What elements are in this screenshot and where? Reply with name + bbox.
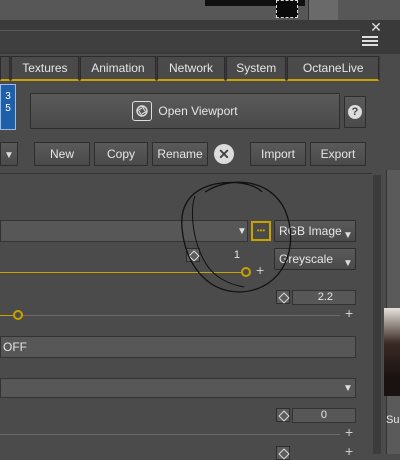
- rgb-image-dropdown[interactable]: RGB Image ▼: [274, 220, 356, 242]
- chevron-down-icon: ▼: [343, 383, 353, 394]
- gamma-value: 2.2: [317, 291, 333, 303]
- keyframe-diamond-icon[interactable]: [276, 408, 290, 422]
- power-slider-knob[interactable]: [241, 267, 251, 277]
- image-map-dropdown[interactable]: ▼: [0, 220, 248, 242]
- material-preview-tile[interactable]: 3 5: [0, 84, 16, 130]
- rgb-image-label: RGB Image: [279, 224, 342, 238]
- tab-partial[interactable]: [0, 56, 10, 81]
- plus-icon[interactable]: +: [345, 444, 353, 458]
- gamma-slider-fill: [0, 315, 14, 316]
- gamma-slider-knob[interactable]: [13, 310, 23, 320]
- plus-icon[interactable]: +: [345, 306, 353, 320]
- tab-animation[interactable]: Animation: [79, 56, 156, 81]
- window-subbar: [0, 30, 360, 52]
- close-icon[interactable]: ✕: [368, 20, 384, 34]
- power-value: 1: [233, 249, 240, 261]
- gamma-slider-track[interactable]: [22, 315, 340, 316]
- top-right-panel: [308, 0, 338, 22]
- gamma-value-field[interactable]: 2.2: [292, 290, 356, 305]
- zero-value: 0: [320, 409, 327, 421]
- import-button[interactable]: Import: [250, 142, 306, 166]
- new-button[interactable]: New: [34, 142, 90, 166]
- tab-system[interactable]: System: [226, 56, 287, 81]
- right-panel-label: Su: [386, 414, 400, 426]
- help-button[interactable]: ?: [344, 96, 366, 128]
- tile-text-2: 5: [5, 103, 11, 114]
- zero-slider-track[interactable]: [0, 434, 340, 435]
- help-icon: ?: [348, 105, 362, 119]
- top-strip: [0, 0, 400, 20]
- rename-button[interactable]: Rename: [152, 142, 208, 166]
- camera-shutter-icon: [132, 101, 153, 121]
- focus-marker[interactable]: [276, 0, 298, 18]
- open-viewport-button[interactable]: Open Viewport: [30, 93, 340, 129]
- tab-bar: Textures Animation Network System Octane…: [0, 56, 380, 81]
- dropdown-partial[interactable]: ▼: [0, 142, 18, 166]
- character-thumbnail[interactable]: [384, 308, 400, 396]
- chevron-down-icon: ▼: [237, 226, 247, 237]
- keyframe-diamond-icon[interactable]: [276, 290, 290, 304]
- open-viewport-label: Open Viewport: [158, 104, 238, 118]
- chevron-down-icon: ▼: [4, 150, 14, 161]
- toggle-field[interactable]: OFF: [0, 336, 356, 358]
- tab-octanelive[interactable]: OctaneLive: [287, 56, 379, 81]
- power-slider-track[interactable]: [0, 272, 246, 273]
- greyscale-label: Greyscale: [279, 252, 334, 266]
- tab-textures[interactable]: Textures: [10, 56, 79, 81]
- tile-text-1: 3: [5, 91, 11, 102]
- export-button[interactable]: Export: [310, 142, 366, 166]
- menu-icon[interactable]: [362, 36, 378, 48]
- copy-button[interactable]: Copy: [94, 142, 148, 166]
- mode-dropdown[interactable]: ▼: [0, 378, 356, 398]
- chevron-down-icon: ▼: [343, 230, 353, 241]
- delete-icon[interactable]: ✕: [214, 144, 234, 164]
- keyframe-diamond-icon[interactable]: [186, 248, 200, 262]
- chevron-down-icon: ▼: [343, 258, 353, 269]
- scrollbar[interactable]: [373, 175, 381, 454]
- off-label: OFF: [3, 340, 27, 354]
- separator: [0, 173, 372, 174]
- zero-value-field[interactable]: 0: [292, 408, 356, 423]
- plus-icon[interactable]: +: [345, 425, 353, 439]
- tab-network[interactable]: Network: [156, 56, 226, 81]
- plus-icon[interactable]: +: [256, 263, 264, 277]
- more-options-button[interactable]: •••: [251, 221, 271, 241]
- keyframe-diamond-icon[interactable]: [276, 446, 290, 460]
- greyscale-dropdown[interactable]: Greyscale ▼: [274, 248, 356, 270]
